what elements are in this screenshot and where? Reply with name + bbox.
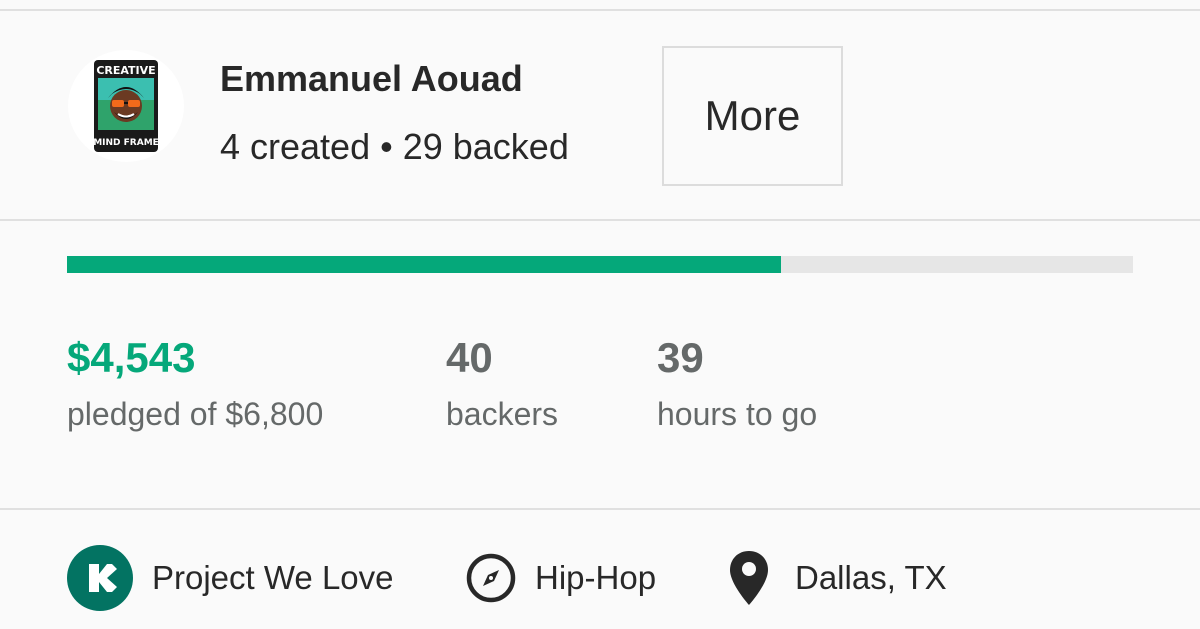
time-remaining-value: 39 <box>657 334 704 381</box>
funding-progress-fill <box>67 256 782 273</box>
location-link[interactable]: Dallas, TX <box>728 546 947 610</box>
creator-divider <box>0 219 1200 221</box>
backers-count: 40 <box>446 334 493 381</box>
more-button[interactable]: More <box>662 46 843 186</box>
top-divider <box>0 9 1200 11</box>
compass-icon <box>465 552 517 604</box>
creator-avatar[interactable]: CREATIVE MIND FRAME <box>68 50 184 162</box>
creative-mind-frame-avatar-icon: CREATIVE MIND FRAME <box>93 60 159 152</box>
creator-stats: 4 created • 29 backed <box>220 126 569 167</box>
stats-divider <box>0 508 1200 510</box>
category-label: Hip-Hop <box>535 559 657 596</box>
funding-progress-bar <box>67 256 1133 273</box>
pledged-amount: $4,543 <box>67 334 196 381</box>
project-we-love-badge[interactable]: Project We Love <box>67 545 394 611</box>
creator-name[interactable]: Emmanuel Aouad <box>220 58 523 100</box>
backers-label: backers <box>446 396 559 432</box>
project-we-love-label: Project We Love <box>152 559 394 596</box>
location-label: Dallas, TX <box>795 559 947 596</box>
kickstarter-k-icon <box>67 545 133 611</box>
pledged-label: pledged of $6,800 <box>67 396 324 432</box>
category-link-hip-hop[interactable]: Hip-Hop <box>465 546 656 610</box>
avatar-text-bottom: MIND FRAME <box>93 138 159 148</box>
time-remaining-label: hours to go <box>657 396 818 432</box>
project-summary-card: CREATIVE MIND FRAME Emmanuel Aouad 4 cre… <box>0 0 1200 629</box>
map-pin-icon <box>728 549 770 607</box>
avatar-text-top: CREATIVE <box>96 64 155 77</box>
